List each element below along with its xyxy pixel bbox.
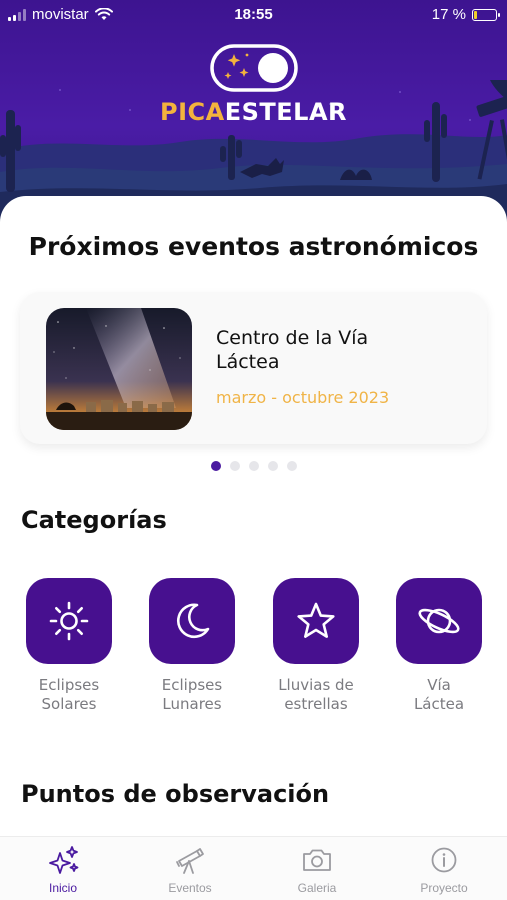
battery-level bbox=[474, 10, 477, 19]
category-label-line2: Solares bbox=[41, 695, 97, 713]
battery-percent: 17 % bbox=[431, 6, 466, 23]
category-label-line2: estrellas bbox=[284, 695, 348, 713]
logo-text-pica: PICA bbox=[159, 98, 225, 126]
star-icon bbox=[297, 602, 335, 638]
planet-icon bbox=[418, 608, 460, 634]
event-image[interactable] bbox=[46, 308, 192, 430]
logo-toggle-icon bbox=[210, 44, 298, 92]
tab-proyecto[interactable]: Proyecto bbox=[381, 845, 507, 895]
sparkles-icon bbox=[49, 846, 79, 874]
events-section-title: Próximos eventos astronómicos bbox=[28, 232, 479, 261]
status-bar: movistar 18:55 17 % bbox=[0, 0, 507, 30]
category-label: Eclipses Lunares bbox=[140, 676, 244, 714]
category-label: Eclipses Solares bbox=[17, 676, 121, 714]
category-label: Vía Láctea bbox=[387, 676, 491, 714]
category-label-line1: Lluvias de bbox=[278, 676, 354, 694]
category-label-line2: Láctea bbox=[413, 695, 465, 713]
tab-label: Inicio bbox=[48, 881, 77, 895]
tab-inicio[interactable]: Inicio bbox=[0, 845, 126, 895]
event-card[interactable]: Centro de la Vía Láctea marzo - octubre … bbox=[20, 292, 487, 444]
category-label-line1: Vía bbox=[427, 676, 451, 694]
tab-eventos[interactable]: Eventos bbox=[127, 845, 253, 895]
tab-label: Proyecto bbox=[420, 881, 468, 895]
carousel-dot[interactable] bbox=[286, 461, 297, 471]
moon-icon bbox=[177, 603, 210, 639]
carousel-page-indicator[interactable] bbox=[0, 461, 507, 471]
camera-icon bbox=[303, 849, 331, 871]
status-right: 17 % bbox=[431, 6, 500, 23]
telescope-icon bbox=[176, 848, 204, 874]
carousel-dot[interactable] bbox=[248, 461, 259, 471]
logo-text-estelar: ESTELAR bbox=[224, 98, 347, 126]
tab-galeria[interactable]: Galeria bbox=[254, 845, 380, 895]
carousel-dot[interactable] bbox=[267, 461, 278, 471]
observation-section-title: Puntos de observación bbox=[21, 780, 330, 808]
category-tile[interactable] bbox=[396, 578, 482, 664]
category-label-line2: Lunares bbox=[162, 695, 222, 713]
category-lluvias-de-estrellas[interactable]: Lluvias de estrellas bbox=[264, 578, 368, 714]
event-title: Centro de la Vía Láctea bbox=[216, 327, 369, 373]
category-tile[interactable] bbox=[26, 578, 112, 664]
category-label: Lluvias de estrellas bbox=[264, 676, 368, 714]
category-label-line1: Eclipses bbox=[38, 676, 100, 694]
sun-icon bbox=[49, 601, 89, 641]
event-date: marzo - octubre 2023 bbox=[216, 388, 390, 407]
tab-label: Galeria bbox=[297, 881, 337, 895]
category-tile[interactable] bbox=[149, 578, 235, 664]
app-logo-text: PICAESTELAR bbox=[0, 98, 507, 126]
bottom-tab-bar: Inicio Eventos Galeria Proyecto bbox=[0, 836, 507, 900]
tab-label: Eventos bbox=[168, 881, 212, 895]
category-eclipses-solares[interactable]: Eclipses Solares bbox=[17, 578, 121, 714]
category-via-lactea[interactable]: Vía Láctea bbox=[387, 578, 491, 714]
carousel-dot[interactable] bbox=[210, 461, 221, 471]
category-eclipses-lunares[interactable]: Eclipses Lunares bbox=[140, 578, 244, 714]
category-label-line1: Eclipses bbox=[161, 676, 223, 694]
categories-section-title: Categorías bbox=[21, 506, 167, 534]
carousel-dot[interactable] bbox=[229, 461, 240, 471]
info-icon bbox=[431, 847, 457, 873]
battery-icon bbox=[472, 8, 500, 21]
category-tile[interactable] bbox=[273, 578, 359, 664]
